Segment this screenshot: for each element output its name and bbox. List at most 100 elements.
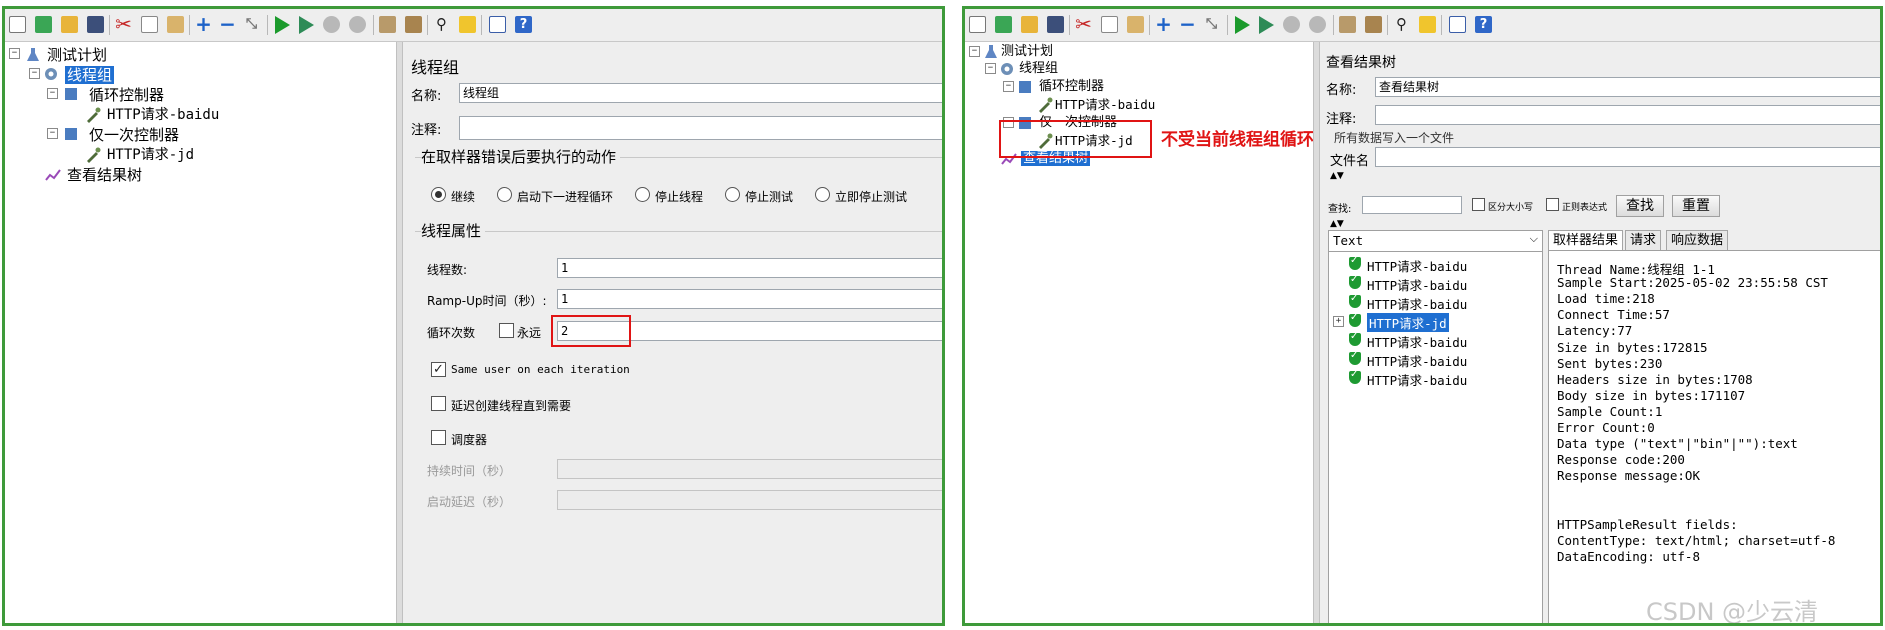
tab-request[interactable]: 请求 (1625, 230, 1662, 250)
tree-node-test-plan[interactable]: 测试计划 (1001, 43, 1053, 61)
sampler-line: Response code:200 (1557, 452, 1685, 468)
collapse-toggle-icon[interactable]: − (47, 88, 58, 99)
cut-icon[interactable]: ✂ (115, 14, 132, 34)
tree-node-loop-controller[interactable]: 循环控制器 (89, 86, 164, 104)
function-helper-icon[interactable] (1449, 16, 1466, 33)
stop-icon[interactable] (1283, 16, 1300, 33)
clear-icon[interactable] (379, 16, 396, 33)
result-row[interactable]: HTTP请求-baidu (1329, 274, 1539, 293)
same-user-checkbox[interactable]: ✓ (431, 362, 446, 377)
tree-node-http-baidu[interactable]: HTTP请求-baidu (107, 106, 219, 124)
split-divider[interactable] (1313, 42, 1320, 623)
collapse-icon[interactable]: − (219, 14, 236, 34)
templates-icon[interactable] (995, 16, 1012, 33)
clear-all-icon[interactable] (1365, 16, 1382, 33)
tree-node-once-controller[interactable]: 仅一次控制器 (89, 126, 179, 144)
tree-node-thread-group[interactable]: 线程组 (65, 66, 115, 84)
search-input[interactable] (1362, 196, 1462, 214)
help-icon[interactable]: ? (1475, 16, 1492, 33)
tree-node-http-baidu[interactable]: HTTP请求-baidu (1055, 96, 1155, 114)
templates-icon[interactable] (35, 16, 52, 33)
results-list-panel: Text ⌵ HTTP请求-baidu HTTP请求-baidu HTTP请求-ba… (1328, 230, 1543, 623)
collapse-toggle-icon[interactable]: − (969, 46, 980, 57)
sampler-line: Sent bytes:230 (1557, 355, 1663, 371)
tree-node-thread-group[interactable]: 线程组 (1019, 60, 1058, 78)
radio-stop-test[interactable] (725, 187, 740, 202)
scheduler-checkbox[interactable] (431, 430, 446, 445)
start-icon[interactable] (1235, 16, 1250, 34)
search-button[interactable]: 查找 (1616, 195, 1664, 217)
new-icon[interactable] (9, 16, 26, 33)
name-input[interactable]: 查看结果树 (1375, 77, 1880, 97)
shutdown-icon[interactable] (1309, 16, 1326, 33)
save-icon[interactable] (87, 16, 104, 33)
clear-icon[interactable] (1339, 16, 1356, 33)
splitter-arrows-icon[interactable]: ▲▼ (1330, 219, 1344, 229)
cut-icon[interactable]: ✂ (1075, 14, 1092, 34)
splitter-arrows-icon[interactable]: ▲▼ (1330, 171, 1344, 181)
renderer-select[interactable]: Text ⌵ (1329, 231, 1542, 252)
function-helper-icon[interactable] (489, 16, 506, 33)
stop-icon[interactable] (323, 16, 340, 33)
toggle-icon[interactable]: ⤡ (243, 16, 260, 33)
regex-checkbox[interactable] (1546, 198, 1559, 211)
threads-input[interactable]: 1 (557, 258, 942, 278)
expand-toggle-icon[interactable]: + (1333, 316, 1344, 327)
reset-search-icon[interactable] (459, 16, 476, 33)
result-row[interactable]: HTTP请求-baidu (1329, 331, 1539, 350)
paste-icon[interactable] (1127, 16, 1144, 33)
result-row[interactable]: HTTP请求-baidu (1329, 255, 1539, 274)
duration-input (557, 459, 942, 479)
expand-icon[interactable]: + (1155, 14, 1172, 34)
start-no-pauses-icon[interactable] (299, 16, 314, 34)
comment-input[interactable] (459, 116, 942, 140)
name-input[interactable]: 线程组 (459, 83, 942, 103)
collapse-icon[interactable]: − (1179, 14, 1196, 34)
collapse-toggle-icon[interactable]: − (47, 128, 58, 139)
copy-icon[interactable] (1101, 16, 1118, 33)
toggle-icon[interactable]: ⤡ (1203, 16, 1220, 33)
result-row[interactable]: HTTP请求-baidu (1329, 369, 1539, 388)
radio-next-loop[interactable] (497, 187, 512, 202)
collapse-toggle-icon[interactable]: − (1003, 81, 1014, 92)
start-icon[interactable] (275, 16, 290, 34)
collapse-toggle-icon[interactable]: − (985, 63, 996, 74)
rampup-input[interactable]: 1 (557, 289, 942, 309)
delay-create-checkbox[interactable] (431, 396, 446, 411)
clear-all-icon[interactable] (405, 16, 422, 33)
search-icon[interactable]: ⚲ (1393, 16, 1410, 33)
radio-stop-thread[interactable] (635, 187, 650, 202)
collapse-toggle-icon[interactable]: − (9, 48, 20, 59)
start-no-pauses-icon[interactable] (1259, 16, 1274, 34)
result-row[interactable]: HTTP请求-baidu (1329, 350, 1539, 369)
tab-sampler-result[interactable]: 取样器结果 (1548, 230, 1624, 250)
tree-node-results-tree[interactable]: 查看结果树 (67, 166, 142, 184)
shutdown-icon[interactable] (349, 16, 366, 33)
save-icon[interactable] (1047, 16, 1064, 33)
reset-search-icon[interactable] (1419, 16, 1436, 33)
radio-stop-now[interactable] (815, 187, 830, 202)
tab-response-data[interactable]: 响应数据 (1666, 230, 1729, 250)
help-icon[interactable]: ? (515, 16, 532, 33)
result-row[interactable]: HTTP请求-baidu (1329, 293, 1539, 312)
tree-node-http-jd[interactable]: HTTP请求-jd (107, 146, 194, 164)
paste-icon[interactable] (167, 16, 184, 33)
collapse-toggle-icon[interactable]: − (29, 68, 40, 79)
split-divider[interactable] (396, 42, 403, 623)
sampler-line: DataEncoding: utf-8 (1557, 548, 1700, 564)
comment-input[interactable] (1375, 105, 1880, 125)
new-icon[interactable] (969, 16, 986, 33)
tree-node-loop-controller[interactable]: 循环控制器 (1039, 78, 1104, 96)
search-icon[interactable]: ⚲ (433, 16, 450, 33)
reset-button[interactable]: 重置 (1672, 195, 1720, 217)
filename-input[interactable] (1375, 147, 1880, 167)
radio-continue[interactable] (431, 187, 446, 202)
copy-icon[interactable] (141, 16, 158, 33)
result-row[interactable]: + HTTP请求-jd (1329, 312, 1539, 332)
open-icon[interactable] (1021, 16, 1038, 33)
forever-checkbox[interactable] (499, 323, 514, 338)
open-icon[interactable] (61, 16, 78, 33)
tree-node-test-plan[interactable]: 测试计划 (47, 46, 107, 64)
expand-icon[interactable]: + (195, 14, 212, 34)
case-sensitive-checkbox[interactable] (1472, 198, 1485, 211)
